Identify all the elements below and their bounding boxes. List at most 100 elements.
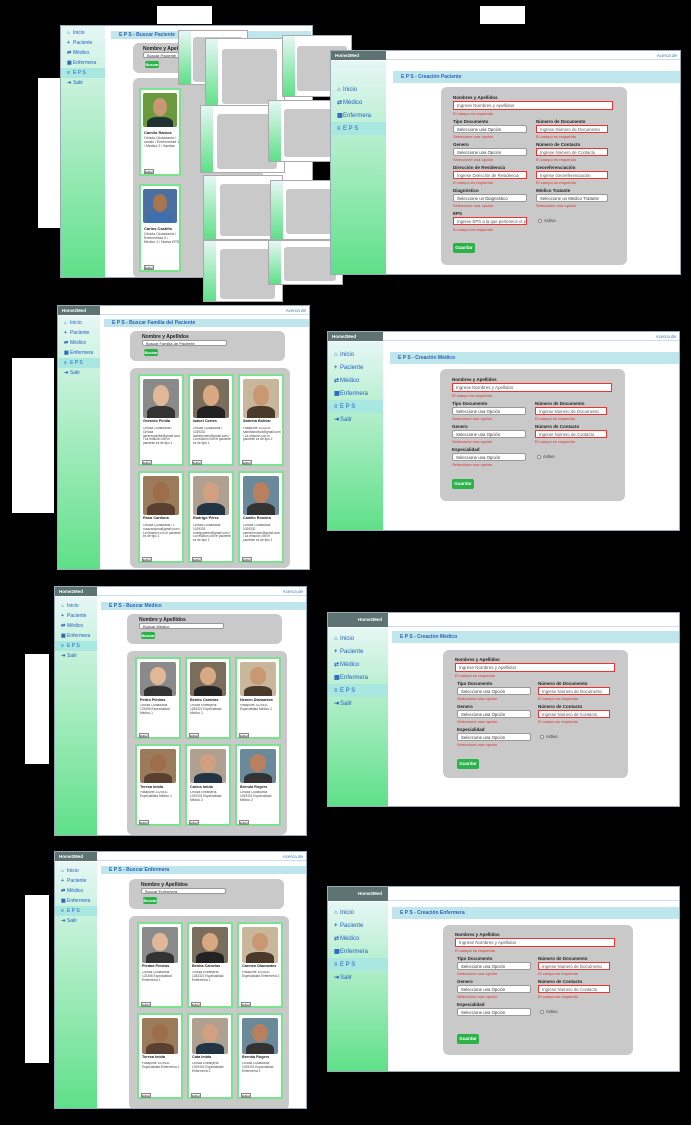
activo-toggle[interactable]: Activo	[538, 218, 556, 223]
contacto-input[interactable]: Ingrese Número de Contacto	[536, 148, 608, 156]
search-button[interactable]: Buscar	[144, 349, 158, 356]
nav-inicio[interactable]: ⌂ Inicio	[58, 318, 100, 328]
nav-eps[interactable]: ≡ E P S	[328, 684, 388, 697]
especialidad-select[interactable]: Seleccione una Opción	[457, 733, 531, 741]
numero-documento-input[interactable]: Ingrese Número de Documento	[538, 962, 610, 970]
nombre-input[interactable]: Ingrese Nombres y Apellidos	[455, 663, 615, 672]
edit-button[interactable]: Editar	[189, 820, 199, 825]
genero-select[interactable]: Seleccione una Opción	[457, 985, 531, 993]
genero-select[interactable]: Seleccione una Opción	[457, 710, 531, 718]
nav-medico[interactable]: ⇄ Médico	[55, 621, 97, 631]
nav-salir[interactable]: ⇥ Salir	[328, 413, 383, 426]
nav-eps[interactable]: ≡ E P S	[55, 906, 97, 916]
georeferenciacion-input[interactable]: Ingrese Georeferenciación	[536, 171, 608, 179]
nav-enfermera[interactable]: ▦ Enfermera	[55, 896, 97, 906]
nav-salir[interactable]: ⇥ Salir	[61, 78, 105, 88]
numero-documento-input[interactable]: Ingrese Número de Documento	[536, 125, 608, 133]
nombre-input[interactable]: Ingrese Nombres y Apellidos	[455, 938, 615, 947]
guardar-button[interactable]: Guardar	[452, 479, 474, 489]
nombre-input[interactable]: Ingrese Nombres y Apellidos	[452, 383, 612, 392]
search-input[interactable]: Buscar Médico	[139, 623, 224, 629]
numero-documento-input[interactable]: Ingrese Número de Documento	[535, 407, 607, 415]
nav-paciente[interactable]: + Paciente	[61, 38, 105, 48]
nav-enfermera[interactable]: ▦ Enfermera	[331, 109, 386, 122]
edit-button[interactable]: Editar	[189, 733, 199, 738]
nav-inicio[interactable]: ⌂ Inicio	[55, 601, 97, 611]
edit-button[interactable]: Editar	[142, 557, 152, 562]
nav-eps[interactable]: ≡ E P S	[58, 358, 100, 368]
nav-paciente[interactable]: + Paciente	[58, 328, 100, 338]
edit-button[interactable]: Editar	[239, 733, 249, 738]
guardar-button[interactable]: Guardar	[457, 759, 479, 769]
edit-button[interactable]: Editar	[191, 1002, 201, 1007]
genero-select[interactable]: Seleccione una Opción	[452, 430, 526, 438]
nav-eps[interactable]: ≡ E P S	[55, 641, 97, 651]
nav-medico[interactable]: ⇄ Médico	[328, 374, 383, 387]
tipo-documento-select[interactable]: Seleccione una Opción	[453, 125, 527, 133]
nav-paciente[interactable]: + Paciente	[328, 645, 388, 658]
nav-paciente[interactable]: + Paciente	[55, 611, 97, 621]
nav-eps[interactable]: ≡ E P S	[61, 68, 105, 78]
guardar-button[interactable]: Guardar	[457, 1034, 479, 1044]
edit-button[interactable]: Editar	[192, 460, 202, 465]
nav-salir[interactable]: ⇥ Salir	[55, 916, 97, 926]
nav-inicio[interactable]: ⌂ Inicio	[328, 348, 383, 361]
search-input[interactable]: Buscar Familia de Paciente	[142, 340, 227, 346]
edit-button[interactable]: Editar	[242, 557, 252, 562]
nav-medico[interactable]: ⇄ Médico	[328, 932, 388, 945]
edit-button[interactable]: Editar	[141, 1002, 151, 1007]
nav-medico[interactable]: ⇄ Médico	[328, 658, 388, 671]
eps-input[interactable]: Ingrese EPS a la que pertenece el p	[453, 217, 527, 225]
activo-toggle[interactable]: Activo	[540, 734, 558, 739]
about-link[interactable]: Acerca de	[656, 334, 676, 339]
search-input[interactable]: Buscar Enfermera	[141, 888, 226, 894]
about-link[interactable]: Acerca de	[283, 589, 303, 594]
edit-button[interactable]: Editar	[139, 733, 149, 738]
nav-enfermera[interactable]: ▦ Enfermera	[328, 945, 388, 958]
direccion-input[interactable]: Ingrese Dirección de Residencia	[453, 171, 527, 179]
nav-enfermera[interactable]: ▦ Enfermera	[328, 671, 388, 684]
nav-eps[interactable]: ≡ E P S	[328, 958, 388, 971]
especialidad-select[interactable]: Seleccione una Opción	[457, 1008, 531, 1016]
medico-tratante-select[interactable]: Seleccione un Médico Tratante	[536, 194, 608, 202]
especialidad-select[interactable]: Seleccione una Opción	[452, 453, 526, 461]
edit-button[interactable]: Editar	[191, 1093, 201, 1098]
nav-medico[interactable]: ⇄ Médico	[55, 886, 97, 896]
search-button[interactable]: Buscar	[145, 61, 159, 68]
genero-select[interactable]: Seleccione una Opción	[453, 148, 527, 156]
contacto-input[interactable]: Ingrese Número de Contacto	[535, 430, 607, 438]
nav-inicio[interactable]: ⌂ Inicio	[55, 866, 97, 876]
nav-paciente[interactable]: + Paciente	[328, 361, 383, 374]
nav-salir[interactable]: ⇥ Salir	[55, 651, 97, 661]
nav-enfermera[interactable]: ▦ Enfermera	[61, 58, 105, 68]
edit-button[interactable]: Editar	[141, 1093, 151, 1098]
nombre-input[interactable]: Ingrese Nombres y Apellidos	[453, 101, 613, 110]
search-button[interactable]: Buscar	[141, 632, 155, 639]
nav-paciente[interactable]: + Paciente	[328, 919, 388, 932]
tipo-documento-select[interactable]: Seleccione una Opción	[457, 962, 531, 970]
edit-button[interactable]: Editar	[241, 1093, 251, 1098]
numero-documento-input[interactable]: Ingrese Número de Documento	[538, 687, 610, 695]
activo-toggle[interactable]: Activo	[540, 1009, 558, 1014]
guardar-button[interactable]: Guardar	[453, 243, 475, 253]
about-link[interactable]: Acerca de	[283, 854, 303, 859]
edit-button[interactable]: Editar	[144, 265, 154, 270]
nav-medico[interactable]: ⇄ Médico	[331, 96, 386, 109]
nav-paciente[interactable]: + Paciente	[55, 876, 97, 886]
contacto-input[interactable]: Ingrese Número de Contacto	[538, 985, 610, 993]
nav-inicio[interactable]: ⌂ Inicio	[328, 632, 388, 645]
contacto-input[interactable]: Ingrese Número de Contacto	[538, 710, 610, 718]
nav-inicio[interactable]: ⌂ Inicio	[331, 83, 386, 96]
nav-inicio[interactable]: ⌂ Inicio	[328, 906, 388, 919]
nav-salir[interactable]: ⇥ Salir	[328, 697, 388, 710]
nav-medico[interactable]: ⇄ Médico	[61, 48, 105, 58]
search-button[interactable]: Buscar	[143, 897, 157, 904]
nav-salir[interactable]: ⇥ Salir	[58, 368, 100, 378]
nav-enfermera[interactable]: ▦ Enfermera	[328, 387, 383, 400]
nav-enfermera[interactable]: ▦ Enfermera	[55, 631, 97, 641]
diagnostico-select[interactable]: Seleccione un Diagnóstico	[453, 194, 527, 202]
nav-salir[interactable]: ⇥ Salir	[328, 971, 388, 984]
edit-button[interactable]: Editar	[242, 460, 252, 465]
edit-button[interactable]: Editar	[142, 460, 152, 465]
tipo-documento-select[interactable]: Seleccione una Opción	[452, 407, 526, 415]
